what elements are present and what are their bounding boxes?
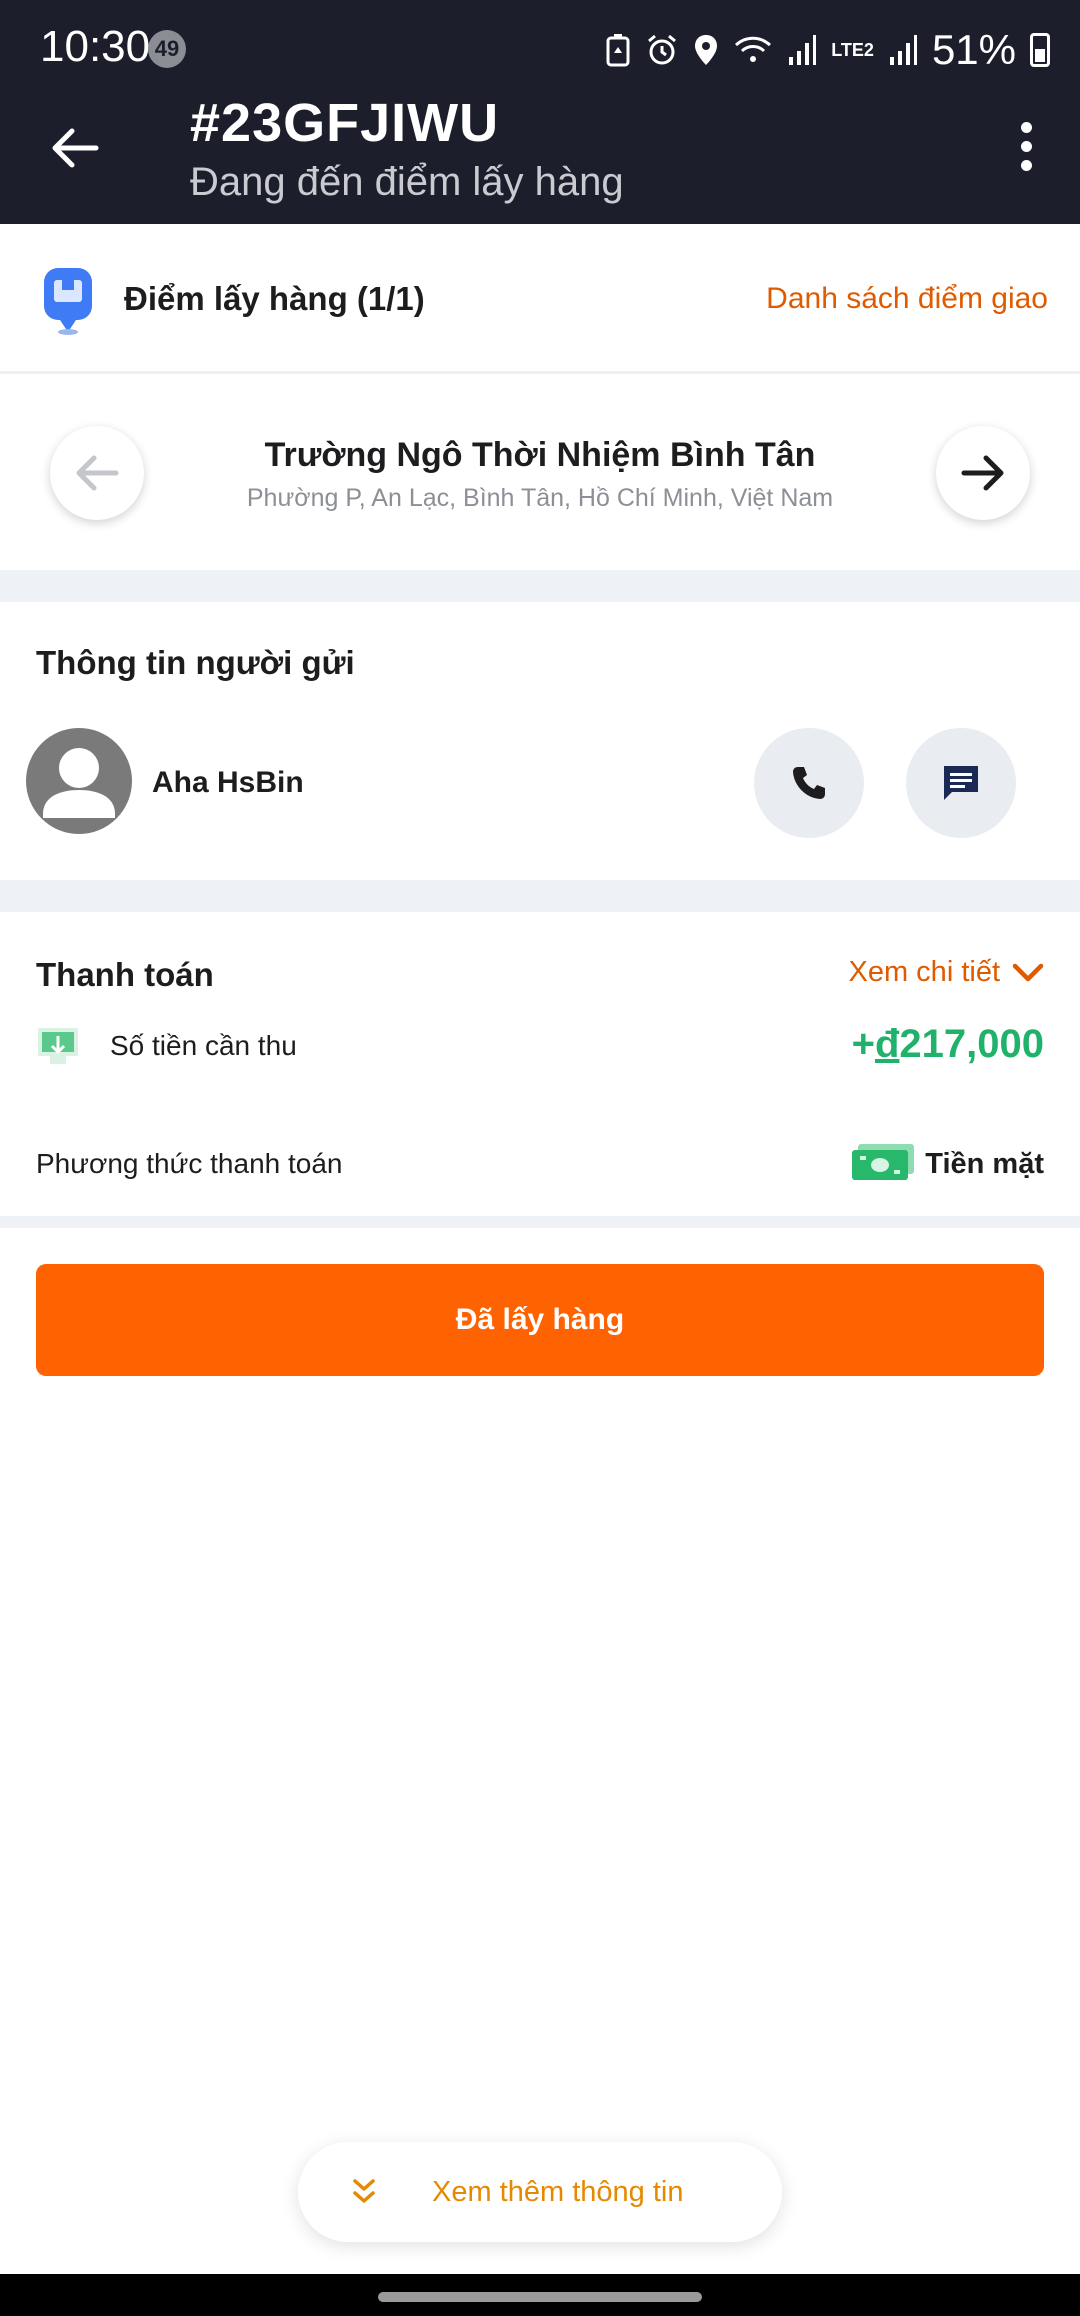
signal-icon <box>889 35 917 65</box>
app-header: 10:30 49 LTE2 51% #23GFJIWU Đang đến điể… <box>0 0 1080 224</box>
arrow-left-icon <box>76 455 119 491</box>
status-bar: 10:30 49 LTE2 51% <box>0 0 1080 100</box>
pickup-point-row: Điểm lấy hàng (1/1) Danh sách điểm giao <box>0 224 1080 374</box>
battery-percent: 51% <box>931 26 1016 73</box>
more-info-label: Xem thêm thông tin <box>432 2175 684 2208</box>
section-divider <box>0 1216 1080 1228</box>
order-detail-screen: 10:30 49 LTE2 51% #23GFJIWU Đang đến điể… <box>0 0 1080 2316</box>
delivery-list-link[interactable]: Danh sách điểm giao <box>766 282 1048 316</box>
location-icon <box>695 35 718 65</box>
payment-section: Thanh toán Xem chi tiết Số tiền cần thu … <box>0 912 1080 1216</box>
section-divider <box>0 570 1080 602</box>
picked-up-button[interactable]: Đã lấy hàng <box>36 1264 1044 1376</box>
view-details-link[interactable]: Xem chi tiết <box>849 956 1045 989</box>
section-divider <box>0 880 1080 912</box>
chat-icon <box>944 766 978 800</box>
sender-section-title: Thông tin người gửi <box>36 644 355 681</box>
notification-count-badge: 49 <box>148 30 186 68</box>
payment-method-value: Tiền mặt <box>925 1148 1044 1180</box>
pickup-address-name: Trường Ngô Thời Nhiệm Bình Tân <box>264 436 816 474</box>
pickup-point-label: Điểm lấy hàng (1/1) <box>124 280 425 317</box>
status-icons: LTE2 51% <box>605 22 1050 78</box>
phone-icon <box>793 767 825 799</box>
sender-name: Aha HsBin <box>152 766 304 799</box>
cash-icon <box>852 1144 914 1180</box>
arrow-right-icon <box>961 455 1004 491</box>
amount-prefix: + <box>851 1022 875 1066</box>
battery-saver-icon <box>606 34 630 67</box>
sender-avatar <box>26 728 132 834</box>
back-arrow-icon[interactable] <box>48 122 100 174</box>
next-address-button[interactable] <box>936 426 1030 520</box>
amount-number: 217,000 <box>899 1022 1044 1066</box>
order-status-subtitle: Đang đến điểm lấy hàng <box>190 160 624 204</box>
battery-icon <box>1030 33 1050 67</box>
avatar-person-icon <box>43 748 115 818</box>
cash-collect-icon <box>38 1028 78 1064</box>
call-sender-button[interactable] <box>754 728 864 838</box>
pickup-pin-icon <box>44 268 92 335</box>
status-time: 10:30 <box>40 22 151 71</box>
sender-section: Thông tin người gửi Aha HsBin <box>0 602 1080 880</box>
signal-icon <box>789 35 817 65</box>
order-id-title: #23GFJIWU <box>190 93 500 153</box>
address-navigator: Trường Ngô Thời Nhiệm Bình Tân Phường P,… <box>0 378 1080 570</box>
amount-to-collect-value: +đ217,000 <box>852 1022 1044 1067</box>
more-options-icon[interactable] <box>1016 122 1036 178</box>
home-gesture-handle[interactable] <box>378 2292 702 2302</box>
double-chevron-down-icon <box>353 2179 375 2203</box>
prev-address-button[interactable] <box>50 426 144 520</box>
view-details-label: Xem chi tiết <box>848 956 1001 988</box>
wifi-icon <box>735 36 772 62</box>
alarm-icon <box>648 34 677 65</box>
more-info-button[interactable]: Xem thêm thông tin <box>298 2142 782 2242</box>
amount-to-collect-label: Số tiền cần thu <box>110 1030 297 1061</box>
pickup-address-detail: Phường P, An Lạc, Bình Tân, Hồ Chí Minh,… <box>246 484 834 512</box>
currency-symbol: đ <box>874 1022 900 1066</box>
volte-label: LTE2 <box>831 40 874 60</box>
message-sender-button[interactable] <box>906 728 1016 838</box>
payment-section-title: Thanh toán <box>36 956 214 993</box>
payment-method-label: Phương thức thanh toán <box>36 1148 343 1179</box>
chevron-down-icon <box>1012 963 1044 981</box>
